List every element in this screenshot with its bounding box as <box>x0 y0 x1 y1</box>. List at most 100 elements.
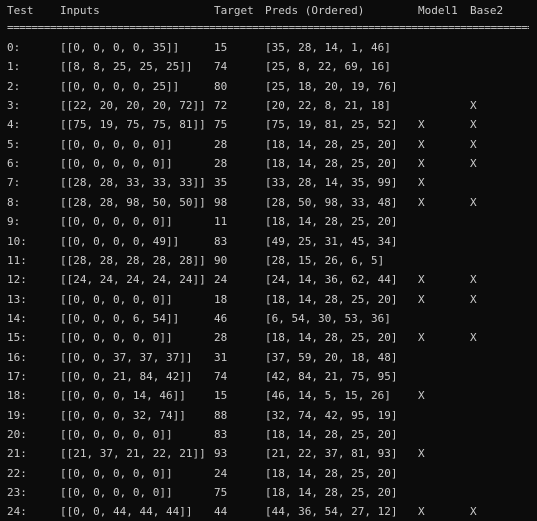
cell-inputs: [[0, 0, 0, 0, 49]] <box>60 234 180 248</box>
cell-inputs: [[22, 20, 20, 20, 72]] <box>60 99 206 113</box>
cell-model: X <box>418 195 425 209</box>
table-row: 9: [[0, 0, 0, 0, 0]] 11 [18, 14, 28, 25, 20… <box>0 213 537 231</box>
cell-preds: [33, 28, 14, 35, 99] <box>265 176 398 190</box>
header-model: Model1 <box>418 4 458 17</box>
cell-inputs: [[0, 0, 0, 6, 54]] <box>60 311 180 325</box>
cell-preds: [18, 14, 28, 25, 20] <box>265 137 398 151</box>
cell-target: 74 <box>214 60 228 74</box>
cell-target: 15 <box>214 389 228 403</box>
cell-target: 24 <box>214 466 228 480</box>
cell-test: 0: <box>7 41 21 54</box>
cell-test: 2: <box>7 79 21 93</box>
cell-test: 23: <box>7 486 27 500</box>
cell-test: 5: <box>7 137 21 151</box>
cell-inputs: [[75, 19, 75, 75, 81]] <box>60 118 206 132</box>
table-row: 11: [[28, 28, 28, 28, 28]] 90 [28, 15, 26, … <box>0 252 537 270</box>
table-row: 2: [[0, 0, 0, 0, 25]] 80 [25, 18, 20, 19, 7… <box>0 78 537 96</box>
separator-line: ========================================… <box>7 21 529 34</box>
cell-target: 80 <box>214 79 228 93</box>
cell-inputs: [[0, 0, 0, 0, 0]] <box>60 331 173 345</box>
cell-base2: X <box>470 273 477 287</box>
cell-inputs: [[0, 0, 0, 0, 25]] <box>60 79 180 93</box>
cell-model: X <box>418 176 425 190</box>
cell-preds: [20, 22, 8, 21, 18] <box>265 99 391 113</box>
header-row: Test Inputs Target Preds (Ordered) Model… <box>0 2 537 20</box>
cell-target: 93 <box>214 447 228 461</box>
cell-test: 18: <box>7 389 27 403</box>
cell-target: 75 <box>214 486 228 500</box>
cell-base2: X <box>470 99 477 113</box>
cell-inputs: [[28, 28, 33, 33, 33]] <box>60 176 206 190</box>
cell-target: 90 <box>214 253 228 267</box>
cell-test: 4: <box>7 118 21 132</box>
cell-inputs: [[0, 0, 37, 37, 37]] <box>60 350 193 364</box>
cell-inputs: [[21, 37, 21, 22, 21]] <box>60 447 206 461</box>
cell-base2: X <box>470 505 477 519</box>
cell-model: X <box>418 273 425 287</box>
cell-target: 83 <box>214 234 228 248</box>
cell-inputs: [[0, 0, 0, 0, 0]] <box>60 466 173 480</box>
cell-inputs: [[0, 0, 0, 0, 0]] <box>60 486 173 500</box>
cell-inputs: [[8, 8, 25, 25, 25]] <box>60 60 193 74</box>
cell-preds: [24, 14, 36, 62, 44] <box>265 273 398 287</box>
cell-target: 44 <box>214 505 228 519</box>
cell-preds: [18, 14, 28, 25, 20] <box>265 428 398 441</box>
cell-model: X <box>418 118 425 132</box>
cell-preds: [44, 36, 54, 27, 12] <box>265 505 398 519</box>
cell-target: 28 <box>214 157 228 171</box>
cell-inputs: [[28, 28, 98, 50, 50]] <box>60 195 206 209</box>
cell-model: X <box>418 331 425 345</box>
separator-row: ========================================… <box>0 19 537 37</box>
cell-preds: [18, 14, 28, 25, 20] <box>265 486 398 500</box>
header-inputs: Inputs <box>60 4 100 17</box>
cell-model: X <box>418 505 425 519</box>
cell-target: 98 <box>214 195 228 209</box>
cell-test: 14: <box>7 311 27 325</box>
cell-preds: [75, 19, 81, 25, 52] <box>265 118 398 132</box>
cell-preds: [18, 14, 28, 25, 20] <box>265 331 398 345</box>
cell-test: 22: <box>7 466 27 480</box>
table-row: 10: [[0, 0, 0, 0, 49]] 83 [49, 25, 31, 45, … <box>0 233 537 251</box>
table-row: 17: [[0, 0, 21, 84, 42]] 74 [42, 84, 21, 75… <box>0 368 537 386</box>
cell-preds: [25, 18, 20, 19, 76] <box>265 79 398 93</box>
cell-preds: [35, 28, 14, 1, 46] <box>265 41 391 54</box>
table-row: 15: [[0, 0, 0, 0, 0]] 28 [18, 14, 28, 25, 2… <box>0 329 537 347</box>
cell-test: 8: <box>7 195 21 209</box>
cell-target: 18 <box>214 292 228 306</box>
cell-base2: X <box>470 118 477 132</box>
cell-model: X <box>418 137 425 151</box>
table-row: 4: [[75, 19, 75, 75, 81]] 75 [75, 19, 81, 2… <box>0 116 537 134</box>
cell-target: 31 <box>214 350 228 364</box>
table-row: 5: [[0, 0, 0, 0, 0]] 28 [18, 14, 28, 25, 20… <box>0 136 537 154</box>
table-row: 22: [[0, 0, 0, 0, 0]] 24 [18, 14, 28, 25, 2… <box>0 465 537 483</box>
cell-base2: X <box>470 157 477 171</box>
cell-target: 24 <box>214 273 228 287</box>
cell-target: 72 <box>214 99 228 113</box>
terminal-window[interactable]: Test Inputs Target Preds (Ordered) Model… <box>0 0 537 519</box>
table-row: 8: [[28, 28, 98, 50, 50]] 98 [28, 50, 98, 3… <box>0 194 537 212</box>
cell-test: 16: <box>7 350 27 364</box>
cell-preds: [32, 74, 42, 95, 19] <box>265 408 398 422</box>
table-row: 1: [[8, 8, 25, 25, 25]] 74 [25, 8, 22, 69, … <box>0 58 537 76</box>
table-row: 3: [[22, 20, 20, 20, 72]] 72 [20, 22, 8, 21… <box>0 97 537 115</box>
cell-base2: X <box>470 137 477 151</box>
cell-test: 11: <box>7 253 27 267</box>
cell-preds: [46, 14, 5, 15, 26] <box>265 389 391 403</box>
table-row: 12: [[24, 24, 24, 24, 24]] 24 [24, 14, 36, … <box>0 271 537 289</box>
cell-target: 15 <box>214 41 228 54</box>
cell-model: X <box>418 389 425 403</box>
cell-target: 74 <box>214 369 228 383</box>
table-row: 19: [[0, 0, 0, 32, 74]] 88 [32, 74, 42, 95,… <box>0 407 537 425</box>
cell-test: 10: <box>7 234 27 248</box>
header-preds: Preds (Ordered) <box>265 4 365 17</box>
cell-test: 15: <box>7 331 27 345</box>
cell-inputs: [[24, 24, 24, 24, 24]] <box>60 273 206 287</box>
cell-target: 11 <box>214 215 228 229</box>
cell-preds: [18, 14, 28, 25, 20] <box>265 292 398 306</box>
table-row: 7: [[28, 28, 33, 33, 33]] 35 [33, 28, 14, 3… <box>0 174 537 192</box>
cell-target: 46 <box>214 311 228 325</box>
cell-base2: X <box>470 292 477 306</box>
cell-test: 6: <box>7 157 21 171</box>
cell-test: 20: <box>7 428 27 441</box>
cell-test: 24: <box>7 505 27 519</box>
